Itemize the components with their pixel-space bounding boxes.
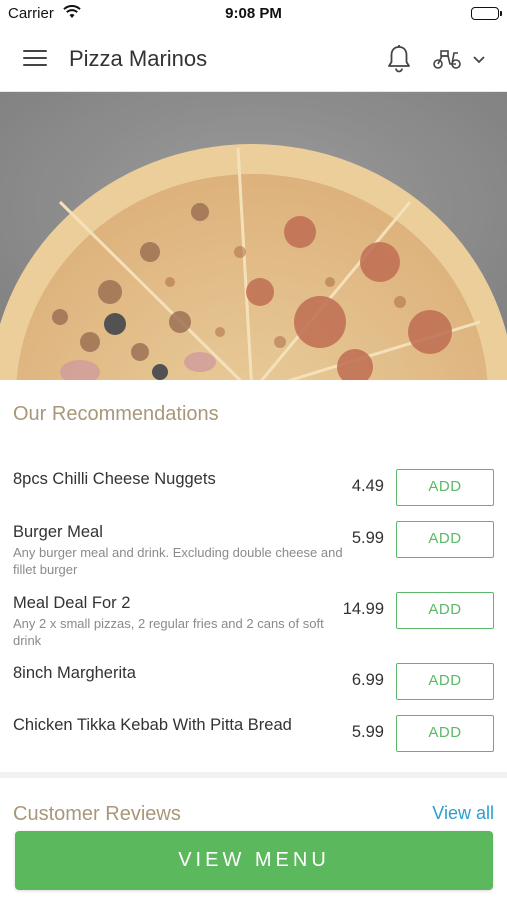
add-button[interactable]: ADD	[396, 592, 494, 629]
menu-item: Burger Meal Any burger meal and drink. E…	[13, 521, 494, 581]
hero-pizza-image	[0, 92, 507, 380]
add-button[interactable]: ADD	[396, 469, 494, 506]
app-header: Pizza Marinos	[0, 28, 507, 92]
menu-item: 8inch Margherita 6.99 ADD	[13, 663, 494, 700]
recommendations-title: Our Recommendations	[13, 403, 219, 425]
hamburger-menu-icon[interactable]	[23, 50, 47, 68]
menu-item-price: 5.99	[351, 529, 384, 547]
menu-item-price: 5.99	[351, 723, 384, 741]
add-button[interactable]: ADD	[396, 663, 494, 700]
section-divider	[0, 772, 507, 778]
menu-item: Chicken Tikka Kebab With Pitta Bread 5.9…	[13, 715, 494, 752]
menu-item-description: Any 2 x small pizzas, 2 regular fries an…	[13, 616, 324, 648]
scooter-icon[interactable]	[432, 48, 462, 75]
menu-item-description: Any burger meal and drink. Excluding dou…	[13, 545, 343, 577]
menu-item-price: 14.99	[342, 600, 384, 618]
add-button[interactable]: ADD	[396, 521, 494, 558]
status-bar: Carrier 9:08 PM	[0, 0, 507, 28]
menu-item-price: 6.99	[351, 671, 384, 689]
restaurant-title: Pizza Marinos	[69, 46, 208, 71]
view-menu-button[interactable]: VIEW MENU	[15, 831, 493, 890]
menu-item: Meal Deal For 2 Any 2 x small pizzas, 2 …	[13, 592, 494, 652]
view-all-reviews-link[interactable]: View all	[432, 803, 494, 824]
add-button[interactable]: ADD	[396, 715, 494, 752]
clock: 9:08 PM	[225, 5, 282, 22]
menu-item-price: 4.49	[351, 477, 384, 495]
menu-item: 8pcs Chilli Cheese Nuggets 4.49 ADD	[13, 469, 494, 506]
battery-icon	[471, 7, 502, 20]
reviews-title: Customer Reviews	[13, 803, 181, 825]
bell-icon[interactable]	[386, 44, 412, 79]
chevron-down-icon[interactable]	[472, 52, 486, 70]
